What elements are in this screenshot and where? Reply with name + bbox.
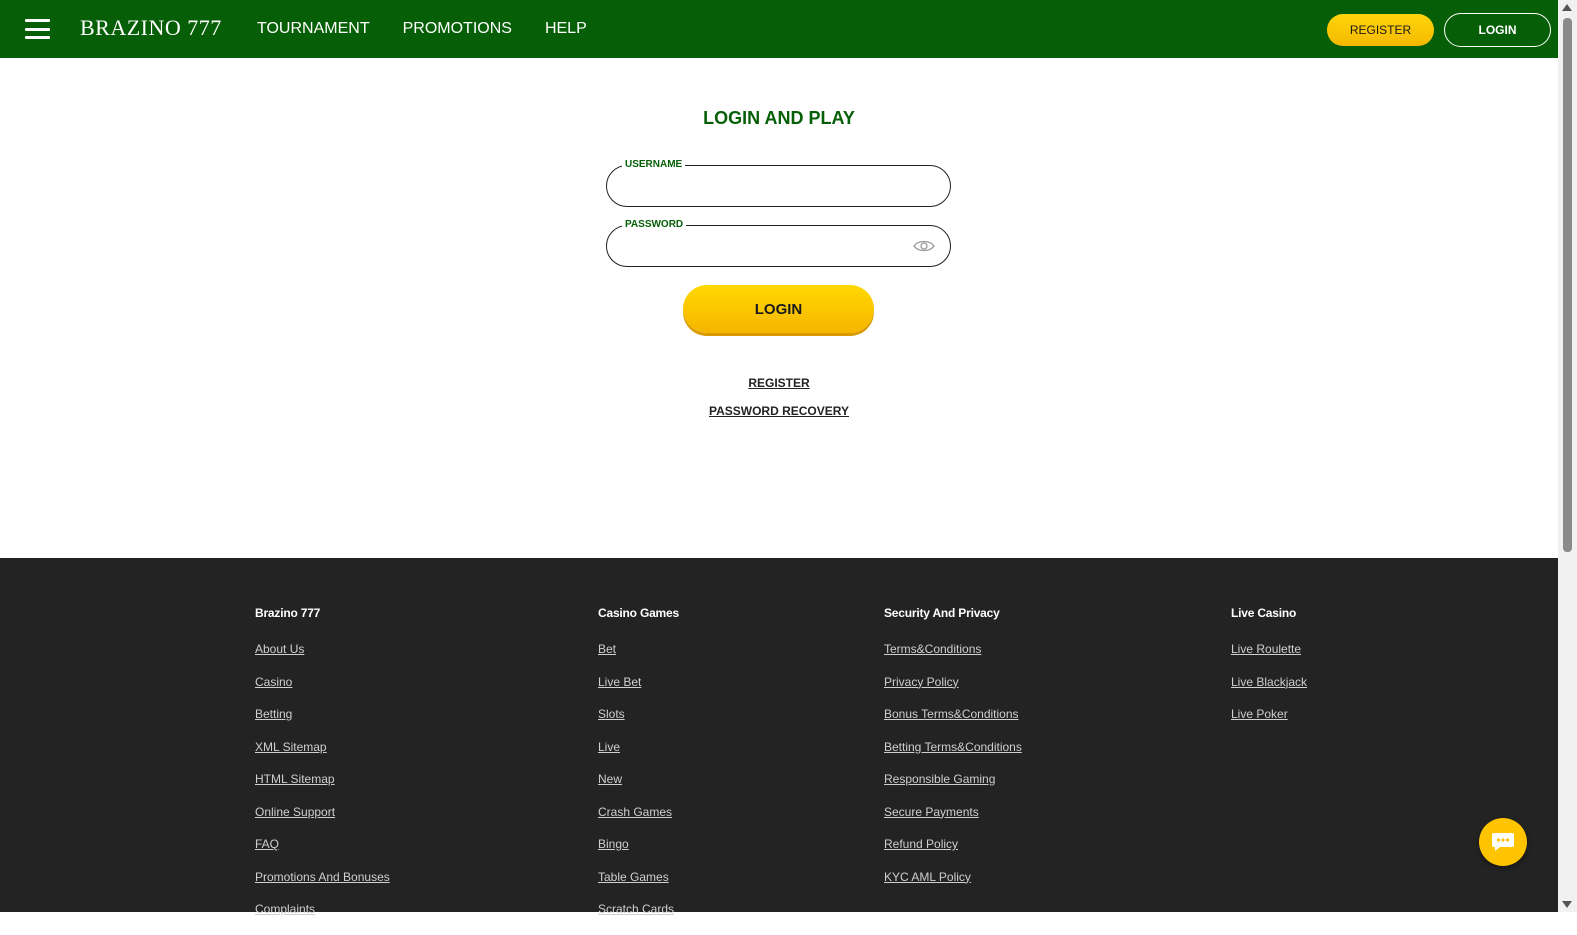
footer-link[interactable]: XML Sitemap (255, 740, 390, 773)
footer-heading: Casino Games (598, 606, 679, 620)
footer-link[interactable]: New (598, 772, 679, 805)
footer-link[interactable]: Bonus Terms&Conditions (884, 707, 1022, 740)
footer-link[interactable]: Bet (598, 642, 679, 675)
top-header: BRAZINO 777 TOURNAMENT PROMOTIONS HELP R… (0, 0, 1558, 58)
password-recovery-wrap: PASSWORD RECOVERY (0, 404, 1558, 418)
header-register-button[interactable]: REGISTER (1327, 14, 1434, 46)
footer-link[interactable]: Live (598, 740, 679, 773)
show-password-icon[interactable] (913, 239, 935, 253)
footer-link[interactable]: Promotions And Bonuses (255, 870, 390, 903)
main-nav: TOURNAMENT PROMOTIONS HELP (257, 20, 587, 38)
footer-link[interactable]: Live Blackjack (1231, 675, 1307, 708)
footer-heading: Brazino 777 (255, 606, 321, 620)
header-login-button[interactable]: LOGIN (1444, 13, 1551, 47)
footer-col-security: Security And Privacy Terms&Conditions Pr… (884, 606, 1022, 902)
username-input[interactable] (623, 176, 913, 198)
footer-col-live-casino: Live Casino Live Roulette Live Blackjack… (1231, 606, 1307, 740)
footer-link[interactable]: Responsible Gaming (884, 772, 1022, 805)
footer-link[interactable]: Bingo (598, 837, 679, 870)
nav-tournament[interactable]: TOURNAMENT (257, 20, 370, 38)
footer-link[interactable]: HTML Sitemap (255, 772, 390, 805)
footer-link[interactable]: Live Poker (1231, 707, 1307, 740)
password-input[interactable] (623, 236, 913, 258)
scroll-up-icon[interactable] (1562, 4, 1572, 11)
footer-link[interactable]: Online Support (255, 805, 390, 838)
footer-link[interactable]: Scratch Cards (598, 902, 679, 935)
footer-link[interactable]: About Us (255, 642, 390, 675)
password-field[interactable]: PASSWORD (606, 219, 951, 267)
footer-link[interactable]: FAQ (255, 837, 390, 870)
footer-link[interactable]: Table Games (598, 870, 679, 903)
footer-link[interactable]: Slots (598, 707, 679, 740)
register-link[interactable]: REGISTER (748, 376, 809, 390)
footer-col-brazino: Brazino 777 About Us Casino Betting XML … (255, 606, 390, 935)
footer-link[interactable]: Betting Terms&Conditions (884, 740, 1022, 773)
site-logo[interactable]: BRAZINO 777 (80, 15, 222, 41)
password-recovery-link[interactable]: PASSWORD RECOVERY (709, 404, 849, 418)
username-field[interactable]: USERNAME (606, 159, 951, 207)
menu-icon[interactable] (25, 19, 50, 39)
footer-link[interactable]: KYC AML Policy (884, 870, 1022, 903)
footer-link[interactable]: Live Bet (598, 675, 679, 708)
footer-link[interactable]: Casino (255, 675, 390, 708)
chat-bubble-icon (1492, 833, 1514, 851)
login-submit-button[interactable]: LOGIN (683, 285, 874, 333)
scroll-down-icon[interactable] (1562, 901, 1572, 908)
scrollbar-thumb[interactable] (1563, 18, 1572, 552)
footer-link[interactable]: Complaints (255, 902, 390, 935)
username-label: USERNAME (622, 159, 686, 171)
page-scrollbar[interactable] (1558, 0, 1577, 912)
footer-heading: Security And Privacy (884, 606, 1000, 620)
footer-link[interactable]: Crash Games (598, 805, 679, 838)
footer-link[interactable]: Refund Policy (884, 837, 1022, 870)
footer-link[interactable]: Betting (255, 707, 390, 740)
footer: Brazino 777 About Us Casino Betting XML … (0, 558, 1558, 916)
footer-link[interactable]: Terms&Conditions (884, 642, 1022, 675)
chat-button[interactable] (1479, 818, 1527, 866)
login-title: LOGIN AND PLAY (703, 108, 855, 128)
nav-help[interactable]: HELP (545, 20, 587, 38)
footer-link[interactable]: Secure Payments (884, 805, 1022, 838)
footer-heading: Live Casino (1231, 606, 1297, 620)
footer-link[interactable]: Privacy Policy (884, 675, 1022, 708)
footer-col-casino-games: Casino Games Bet Live Bet Slots Live New… (598, 606, 679, 935)
password-label: PASSWORD (622, 219, 687, 231)
nav-promotions[interactable]: PROMOTIONS (403, 20, 512, 38)
register-link-wrap: REGISTER (0, 376, 1558, 390)
footer-link[interactable]: Live Roulette (1231, 642, 1307, 675)
